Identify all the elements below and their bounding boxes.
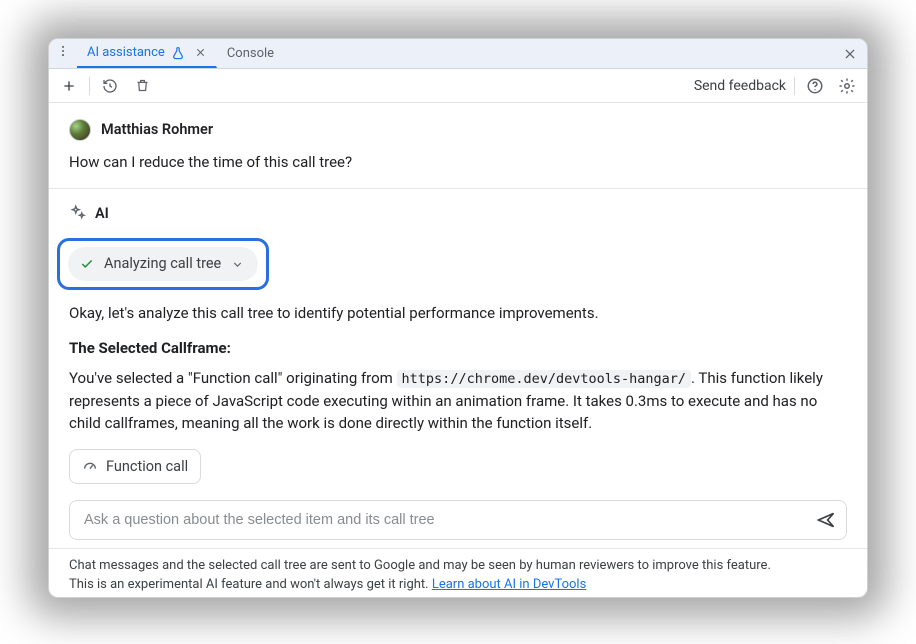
tab-label: Console	[227, 46, 274, 61]
check-icon	[80, 257, 94, 271]
analyzing-chip[interactable]: Analyzing call tree	[68, 247, 258, 281]
tab-label: AI assistance	[87, 45, 165, 60]
code-url: https://chrome.dev/devtools-hangar/	[397, 370, 691, 388]
divider	[49, 188, 867, 189]
sparkle-icon	[69, 204, 87, 222]
analyzing-label: Analyzing call tree	[104, 253, 221, 275]
ai-label: AI	[95, 203, 109, 225]
kebab-menu-icon[interactable]	[49, 39, 77, 63]
chat-content: Matthias Rohmer How can I reduce the tim…	[49, 103, 867, 598]
close-panel-icon[interactable]	[833, 39, 867, 68]
chevron-down-icon	[231, 258, 244, 271]
close-tab-icon[interactable]	[195, 47, 206, 58]
tab-console[interactable]: Console	[217, 39, 285, 68]
ai-intro: Okay, let's analyze this call tree to id…	[69, 302, 847, 325]
disclaimer-line1: Chat messages and the selected call tree…	[69, 558, 771, 573]
history-button[interactable]	[98, 74, 122, 98]
chat-input[interactable]	[84, 512, 816, 528]
user-header: Matthias Rohmer	[69, 119, 847, 141]
function-call-label: Function call	[106, 456, 188, 478]
divider	[89, 77, 90, 95]
ai-header: AI	[69, 203, 847, 225]
user-message: How can I reduce the time of this call t…	[69, 151, 847, 174]
function-call-chip[interactable]: Function call	[69, 449, 201, 485]
new-chat-button[interactable]	[57, 74, 81, 98]
help-button[interactable]	[803, 74, 827, 98]
toolbar: Send feedback	[49, 69, 867, 103]
analyzing-highlight: Analyzing call tree	[57, 238, 269, 290]
chat-input-row	[69, 500, 847, 540]
flask-icon	[171, 46, 185, 60]
delete-button[interactable]	[130, 74, 154, 98]
tab-bar: AI assistance Console	[49, 39, 867, 69]
disclaimer: Chat messages and the selected call tree…	[49, 548, 867, 598]
ai-subheading: The Selected Callframe:	[69, 337, 847, 360]
user-name: Matthias Rohmer	[101, 119, 213, 141]
send-button[interactable]	[816, 510, 836, 530]
divider	[794, 77, 795, 95]
tab-ai-assistance[interactable]: AI assistance	[77, 39, 217, 68]
ai-paragraph: You've selected a "Function call" origin…	[69, 367, 847, 435]
disclaimer-line2-pre: This is an experimental AI feature and w…	[69, 577, 432, 592]
send-feedback-link[interactable]: Send feedback	[694, 78, 786, 94]
gauge-icon	[82, 458, 98, 474]
ai-para-pre: You've selected a "Function call" origin…	[69, 369, 397, 387]
learn-more-link[interactable]: Learn about AI in DevTools	[432, 577, 586, 592]
settings-button[interactable]	[835, 74, 859, 98]
devtools-panel: AI assistance Console Send feedback	[48, 38, 868, 598]
user-avatar	[69, 119, 91, 141]
